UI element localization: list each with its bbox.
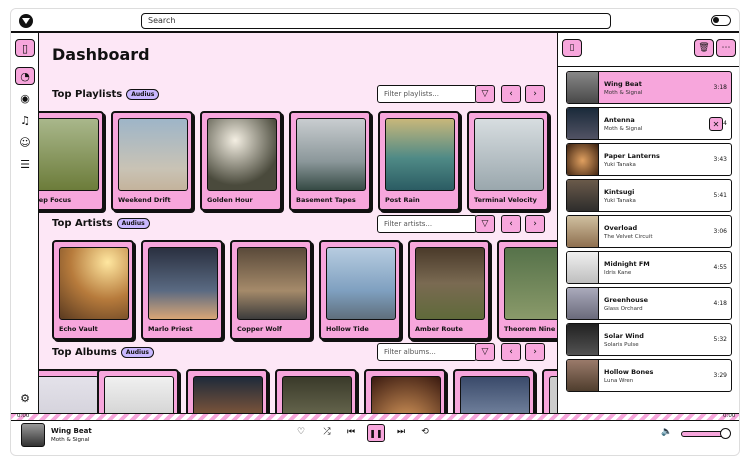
track-thumbnail xyxy=(567,72,599,103)
artist-card[interactable]: Hollow Tide xyxy=(319,240,401,340)
album-card[interactable] xyxy=(39,369,104,413)
page-title: Dashboard xyxy=(52,45,150,64)
music-note-icon[interactable]: ♫ xyxy=(15,111,35,129)
queue-item[interactable]: Paper Lanterns Yuki Tanaka 3:43 xyxy=(566,143,732,176)
queue-item[interactable]: Solar Wind Solaris Pulse 5:32 xyxy=(566,323,732,356)
filter-icon[interactable]: ▽ xyxy=(475,85,495,103)
theme-toggle[interactable] xyxy=(711,15,731,26)
now-playing-title: Wing Beat xyxy=(51,427,92,435)
playlist-card[interactable]: Weekend Drift xyxy=(111,111,193,211)
scroll-right-button[interactable]: › xyxy=(525,215,545,233)
filter-icon[interactable]: ▽ xyxy=(475,343,495,361)
album-card[interactable] xyxy=(453,369,535,413)
track-thumbnail xyxy=(567,216,599,247)
queue-item[interactable]: Antenna Moth & Signal 3:34 ✕ xyxy=(566,107,732,140)
queue-header: ▯ 🗑 ⋯ xyxy=(558,33,739,67)
album-card[interactable] xyxy=(364,369,446,413)
scroll-left-button[interactable]: ‹ xyxy=(501,343,521,361)
disc-icon[interactable]: ◉ xyxy=(15,89,35,107)
section-title-playlists: Top Playlists Audius xyxy=(52,89,160,100)
panel-toggle-icon[interactable]: ▯ xyxy=(562,39,582,57)
left-rail: ▯ ◔ ◉ ♫ ☺ ☰ ⚙ xyxy=(11,33,39,413)
top-bar: Search xyxy=(11,9,739,33)
sidebar-toggle-icon[interactable]: ▯ xyxy=(15,39,35,57)
previous-icon[interactable]: ⏮ xyxy=(343,427,359,437)
filter-playlists-input[interactable]: Filter playlists... xyxy=(377,85,477,103)
filter-icon[interactable]: ▽ xyxy=(475,215,495,233)
artist-card[interactable]: Echo Vault xyxy=(52,240,134,340)
scroll-right-button[interactable]: › xyxy=(525,85,545,103)
scroll-left-button[interactable]: ‹ xyxy=(501,85,521,103)
filter-artists-input[interactable]: Filter artists... xyxy=(377,215,477,233)
playlists-row: Deep Focus Weekend Drift Golden Hour Bas… xyxy=(39,111,557,211)
now-playing-artist: Moth & Signal xyxy=(51,437,90,443)
repeat-icon[interactable]: ⟲ xyxy=(417,427,433,437)
track-thumbnail xyxy=(567,252,599,283)
section-title-albums: Top Albums Audius xyxy=(52,347,154,358)
section-label: Top Playlists xyxy=(52,89,123,100)
artists-row: Echo Vault Marlo Priest Copper Wolf Holl… xyxy=(52,240,557,340)
time-elapsed: 0:00 xyxy=(17,413,30,419)
trash-icon[interactable]: 🗑 xyxy=(694,39,714,57)
track-thumbnail xyxy=(567,288,599,319)
queue-item[interactable]: Hollow Bones Luna Wren 3:29 xyxy=(566,359,732,392)
album-card[interactable] xyxy=(186,369,268,413)
search-input[interactable]: Search xyxy=(141,13,611,29)
settings-gear-icon[interactable]: ⚙ xyxy=(15,389,35,407)
artist-card[interactable]: Copper Wolf xyxy=(230,240,312,340)
section-label: Top Artists xyxy=(52,218,113,229)
playlist-icon[interactable]: ☰ xyxy=(15,155,35,173)
heart-icon[interactable]: ♡ xyxy=(293,427,309,437)
track-thumbnail xyxy=(567,180,599,211)
user-icon[interactable]: ☺ xyxy=(15,133,35,151)
next-icon[interactable]: ⏭ xyxy=(393,427,409,437)
queue-item[interactable]: Wing Beat Moth & Signal 3:18 xyxy=(566,71,732,104)
playlist-card[interactable]: Deep Focus xyxy=(39,111,104,211)
playlist-card[interactable]: Post Rain xyxy=(378,111,460,211)
track-thumbnail xyxy=(567,324,599,355)
app-window: Search ▯ ◔ ◉ ♫ ☺ ☰ ⚙ Dashboard Top Playl… xyxy=(10,8,740,456)
album-card[interactable] xyxy=(275,369,357,413)
track-thumbnail xyxy=(567,144,599,175)
more-options-icon[interactable]: ⋯ xyxy=(716,39,736,57)
playlist-card[interactable]: Basement Tapes xyxy=(289,111,371,211)
track-thumbnail xyxy=(567,108,599,139)
queue-item[interactable]: Overload The Velvet Circuit 3:06 xyxy=(566,215,732,248)
album-card[interactable] xyxy=(542,369,557,413)
volume-slider[interactable] xyxy=(681,428,731,439)
source-badge: Audius xyxy=(116,218,150,229)
dashboard-icon[interactable]: ◔ xyxy=(15,67,35,85)
playback-progress-bar[interactable] xyxy=(11,413,739,421)
main-content: Dashboard Top Playlists Audius Filter pl… xyxy=(39,33,557,413)
scroll-left-button[interactable]: ‹ xyxy=(501,215,521,233)
playlist-card[interactable]: Terminal Velocity xyxy=(467,111,549,211)
logo-icon[interactable] xyxy=(19,14,33,28)
source-badge: Audius xyxy=(120,347,154,358)
filter-albums-input[interactable]: Filter albums... xyxy=(377,343,477,361)
queue-item[interactable]: Kintsugi Yuki Tanaka 5:41 xyxy=(566,179,732,212)
now-playing-thumbnail xyxy=(21,423,45,447)
shuffle-icon[interactable]: ⤮ xyxy=(319,427,335,437)
playlist-card[interactable]: Golden Hour xyxy=(200,111,282,211)
scroll-right-button[interactable]: › xyxy=(525,343,545,361)
albums-row xyxy=(39,369,557,413)
artist-card[interactable]: Amber Route xyxy=(408,240,490,340)
queue-item[interactable]: Midnight FM Idris Kane 4:55 xyxy=(566,251,732,284)
remove-close-icon[interactable]: ✕ xyxy=(709,117,723,131)
section-title-artists: Top Artists Audius xyxy=(52,218,150,229)
time-total: 0:00 xyxy=(723,413,736,419)
source-badge: Audius xyxy=(126,89,160,100)
track-thumbnail xyxy=(567,360,599,391)
artist-card[interactable]: Theorem Nine xyxy=(497,240,557,340)
artist-card[interactable]: Marlo Priest xyxy=(141,240,223,340)
volume-icon[interactable]: 🔈 xyxy=(659,427,675,437)
queue-item[interactable]: Greenhouse Glass Orchard 4:18 xyxy=(566,287,732,320)
player-bar: Wing Beat Moth & Signal ♡ ⤮ ⏮ ❚❚ ⏭ ⟲ 🔈 xyxy=(11,421,739,455)
pause-button[interactable]: ❚❚ xyxy=(367,424,385,442)
section-label: Top Albums xyxy=(52,347,117,358)
album-card[interactable] xyxy=(97,369,179,413)
queue-panel: ▯ 🗑 ⋯ Wing Beat Moth & Signal 3:18 Anten… xyxy=(557,33,739,413)
